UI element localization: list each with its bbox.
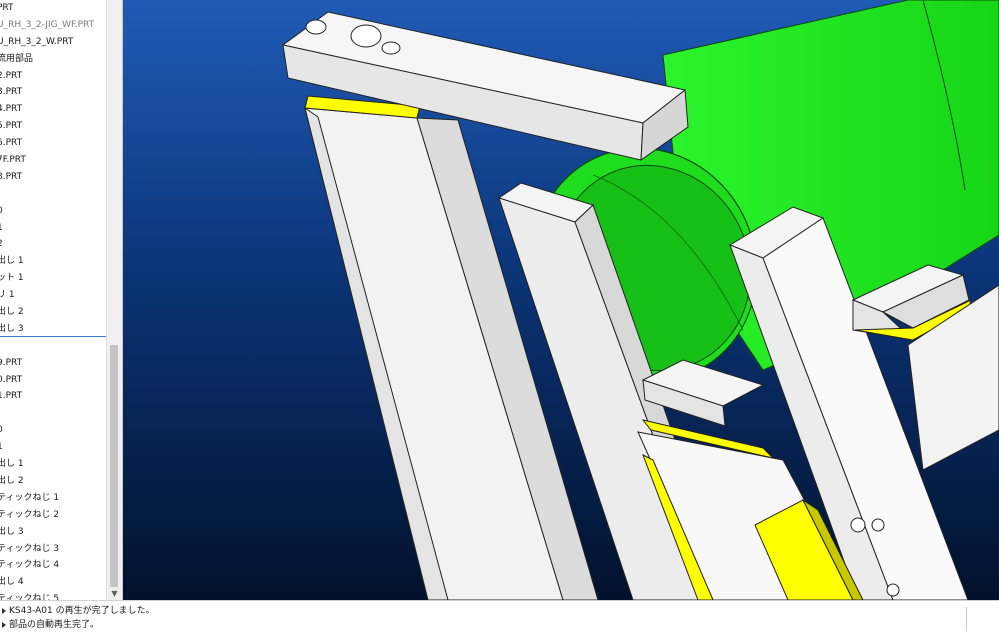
tree-item[interactable]: 出し 3 bbox=[0, 524, 106, 541]
model-tree-panel: PRTU_RH_3_2-JIG_WF.PRTU_RH_3_2_W.PRT流用部品… bbox=[0, 0, 123, 600]
tree-item[interactable]: 出し 1 bbox=[0, 253, 106, 270]
tree-item[interactable]: 1 bbox=[0, 439, 106, 456]
tree-item[interactable]: ティックねじ 4 bbox=[0, 557, 106, 574]
tree-item[interactable]: ティックねじ 1 bbox=[0, 490, 106, 507]
tree-item[interactable]: 7F.PRT bbox=[0, 152, 106, 169]
triangle-right-icon bbox=[2, 607, 6, 614]
tree-item[interactable]: 5.PRT bbox=[0, 118, 106, 135]
tree-item[interactable]: ティックねじ 3 bbox=[0, 541, 106, 558]
triangle-right-icon bbox=[2, 621, 6, 628]
tree-item[interactable] bbox=[0, 405, 106, 422]
tree-item[interactable]: 2.PRT bbox=[0, 68, 106, 85]
model-render[interactable] bbox=[123, 0, 999, 600]
tree-item[interactable]: 8.PRT bbox=[0, 169, 106, 186]
status-divider bbox=[966, 607, 967, 631]
chevron-down-icon[interactable]: ▼ bbox=[107, 588, 122, 600]
tree-item[interactable]: 2 bbox=[0, 236, 106, 253]
tree-item[interactable]: 3.PRT bbox=[0, 84, 106, 101]
tree-item[interactable]: ティックねじ 2 bbox=[0, 507, 106, 524]
tree-item[interactable]: 1 bbox=[0, 220, 106, 237]
tree-item[interactable] bbox=[0, 186, 106, 203]
tree-item[interactable]: 流用部品 bbox=[0, 51, 106, 68]
model-tree-list: PRTU_RH_3_2-JIG_WF.PRTU_RH_3_2_W.PRT流用部品… bbox=[0, 0, 106, 600]
graphics-viewport[interactable] bbox=[123, 0, 999, 600]
tree-item[interactable]: 出し 4 bbox=[0, 574, 106, 591]
tree-item[interactable]: PRT bbox=[0, 0, 106, 17]
scroll-thumb[interactable] bbox=[110, 345, 118, 587]
tree-item[interactable]: 0.PRT bbox=[0, 372, 106, 389]
status-text-2: 部品の自動再生完了。 bbox=[9, 620, 100, 630]
tree-item[interactable]: ティックねじ 5 bbox=[0, 591, 106, 600]
tree-item[interactable]: 4.PRT bbox=[0, 101, 106, 118]
tree-item[interactable]: 1.PRT bbox=[0, 388, 106, 405]
tree-item[interactable]: ット 1 bbox=[0, 270, 106, 287]
tree-item[interactable]: 出し 1 bbox=[0, 456, 106, 473]
status-message-1: KS43-A01 の再生が完了しました。 bbox=[0, 604, 155, 618]
tree-separator bbox=[0, 336, 106, 337]
tree-item[interactable]: U_RH_3_2_W.PRT bbox=[0, 34, 106, 51]
tree-item[interactable]: 出し 2 bbox=[0, 304, 106, 321]
status-bar: KS43-A01 の再生が完了しました。 部品の自動再生完了。 bbox=[0, 600, 999, 634]
tree-item[interactable] bbox=[0, 338, 106, 355]
tree-item[interactable]: 6.PRT bbox=[0, 135, 106, 152]
tree-scrollbar[interactable]: ▼ bbox=[106, 0, 122, 600]
status-message-2: 部品の自動再生完了。 bbox=[0, 618, 99, 632]
tree-item[interactable]: 0 bbox=[0, 203, 106, 220]
tree-item[interactable]: U_RH_3_2-JIG_WF.PRT bbox=[0, 17, 106, 34]
tree-item[interactable]: リ 1 bbox=[0, 287, 106, 304]
tree-item[interactable]: 出し 2 bbox=[0, 473, 106, 490]
tree-item[interactable]: 9.PRT bbox=[0, 355, 106, 372]
tree-item[interactable]: 0 bbox=[0, 422, 106, 439]
status-text-1: KS43-A01 の再生が完了しました。 bbox=[9, 606, 155, 616]
